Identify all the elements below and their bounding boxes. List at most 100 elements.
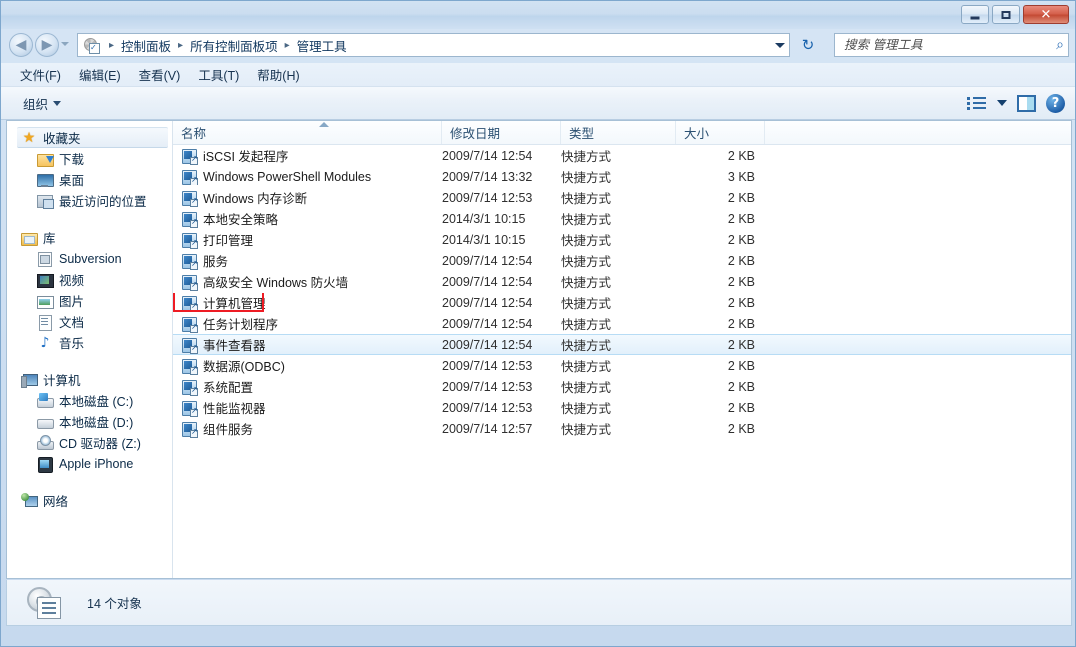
sidebar-item-videos[interactable]: 视频 [7, 269, 172, 290]
sidebar-item-computer[interactable]: 计算机 [7, 369, 172, 390]
table-row[interactable]: 数据源(ODBC)2009/7/14 12:53快捷方式2 KB [173, 355, 1071, 376]
sidebar-item-local-disk-c[interactable]: 本地磁盘 (C:) [7, 390, 172, 411]
back-button[interactable]: ◀ [9, 33, 33, 57]
network-icon [21, 493, 37, 509]
sidebar-item-network[interactable]: 网络 [7, 490, 172, 511]
menu-item-file[interactable]: 文件(F) [11, 62, 70, 87]
sidebar-label: 本地磁盘 (C:) [59, 391, 133, 410]
shortcut-overlay-icon [190, 157, 198, 165]
file-name-label: 高级安全 Windows 防火墙 [203, 272, 348, 291]
table-row[interactable]: 本地安全策略2014/3/1 10:15快捷方式2 KB [173, 208, 1071, 229]
sidebar-item-music[interactable]: ♪ 音乐 [7, 332, 172, 353]
sidebar-item-desktop[interactable]: 桌面 [7, 169, 172, 190]
view-dropdown-icon[interactable] [997, 100, 1007, 106]
file-date-cell: 2014/3/1 10:15 [442, 233, 561, 247]
refresh-button[interactable]: ↻ [794, 33, 822, 57]
shortcut-icon [181, 421, 197, 437]
sidebar-item-libraries[interactable]: 库 [7, 227, 172, 248]
sidebar-item-cd-drive-z[interactable]: CD 驱动器 (Z:) [7, 432, 172, 453]
nav-spacer [7, 213, 172, 227]
shortcut-icon [181, 316, 197, 332]
table-row[interactable]: 服务2009/7/14 12:54快捷方式2 KB [173, 250, 1071, 271]
column-label: 名称 [181, 123, 206, 142]
table-row[interactable]: 系统配置2009/7/14 12:53快捷方式2 KB [173, 376, 1071, 397]
shortcut-overlay-icon [190, 262, 198, 270]
table-row[interactable]: 性能监视器2009/7/14 12:53快捷方式2 KB [173, 397, 1071, 418]
table-row[interactable]: Windows 内存诊断2009/7/14 12:53快捷方式2 KB [173, 187, 1071, 208]
file-date-cell: 2009/7/14 12:54 [442, 254, 561, 268]
file-size-cell: 2 KB [676, 317, 765, 331]
breadcrumb[interactable]: ✓ ▸ 控制面板 ▸ 所有控制面板项 ▸ 管理工具 [77, 33, 790, 57]
view-options-button[interactable] [967, 95, 987, 111]
sidebar-item-subversion[interactable]: Subversion [7, 248, 172, 269]
table-row[interactable]: 组件服务2009/7/14 12:57快捷方式2 KB [173, 418, 1071, 439]
sidebar-item-recent-places[interactable]: 最近访问的位置 [7, 190, 172, 211]
table-row[interactable]: 事件查看器2009/7/14 12:54快捷方式2 KB [173, 334, 1071, 355]
history-dropdown-icon[interactable] [61, 42, 69, 46]
column-header-row: 名称 修改日期 类型 大小 [173, 121, 1071, 145]
download-folder-icon [37, 151, 53, 167]
menu-item-edit[interactable]: 编辑(E) [70, 62, 130, 87]
sidebar-item-favorites[interactable]: ★ 收藏夹 [17, 127, 168, 148]
shortcut-overlay-icon [190, 241, 198, 249]
file-type-cell: 快捷方式 [561, 146, 676, 165]
file-type-cell: 快捷方式 [561, 209, 676, 228]
column-header-date-modified[interactable]: 修改日期 [442, 121, 561, 144]
table-row[interactable]: Windows PowerShell Modules2009/7/14 13:3… [173, 166, 1071, 187]
computer-icon [21, 372, 37, 388]
menu-item-view[interactable]: 查看(V) [130, 62, 190, 87]
help-button[interactable]: ? [1046, 94, 1065, 113]
sidebar-item-local-disk-d[interactable]: 本地磁盘 (D:) [7, 411, 172, 432]
preview-pane-button[interactable] [1017, 95, 1036, 112]
shortcut-overlay-icon [190, 430, 198, 438]
sidebar-item-downloads[interactable]: 下载 [7, 148, 172, 169]
file-size-cell: 2 KB [676, 296, 765, 310]
file-size-cell: 2 KB [676, 380, 765, 394]
back-arrow-icon: ◀ [16, 38, 27, 52]
table-row[interactable]: 任务计划程序2009/7/14 12:54快捷方式2 KB [173, 313, 1071, 334]
navigation-pane[interactable]: ★ 收藏夹 下载 桌面 最近访问的位置 [7, 121, 173, 578]
search-input[interactable] [842, 37, 1056, 53]
organize-button[interactable]: 组织 [17, 91, 67, 116]
table-row[interactable]: 高级安全 Windows 防火墙2009/7/14 12:54快捷方式2 KB [173, 271, 1071, 292]
breadcrumb-item-all-control-panel-items[interactable]: 所有控制面板项 [189, 36, 279, 55]
file-size-cell: 2 KB [676, 149, 765, 163]
sidebar-item-documents[interactable]: 文档 [7, 311, 172, 332]
file-size-cell: 2 KB [676, 338, 765, 352]
file-name-cell: 性能监视器 [173, 398, 442, 417]
maximize-button[interactable] [992, 5, 1020, 24]
file-date-cell: 2009/7/14 12:57 [442, 422, 561, 436]
breadcrumb-separator-icon: ▸ [172, 40, 189, 51]
file-name-cell: Windows PowerShell Modules [173, 169, 442, 185]
breadcrumb-dropdown-icon[interactable] [775, 43, 785, 48]
breadcrumb-separator-icon: ▸ [103, 40, 120, 51]
column-header-type[interactable]: 类型 [561, 121, 676, 144]
table-row[interactable]: 计算机管理2009/7/14 12:54快捷方式2 KB [173, 292, 1071, 313]
shortcut-overlay-icon [190, 220, 198, 228]
sidebar-label: 文档 [59, 312, 84, 331]
file-size-cell: 2 KB [676, 212, 765, 226]
chevron-down-icon [53, 101, 61, 106]
table-row[interactable]: iSCSI 发起程序2009/7/14 12:54快捷方式2 KB [173, 145, 1071, 166]
search-box[interactable]: ⌕ [834, 33, 1069, 57]
sidebar-label: 视频 [59, 270, 84, 289]
checklist-icon [37, 597, 61, 619]
breadcrumb-item-administrative-tools[interactable]: 管理工具 [296, 36, 348, 55]
file-size-cell: 2 KB [676, 401, 765, 415]
search-icon: ⌕ [1056, 37, 1064, 53]
close-button[interactable]: ✕ [1023, 5, 1069, 24]
file-list-pane[interactable]: 名称 修改日期 类型 大小 iSCSI 发起程序2009/7/14 12:54快… [173, 121, 1071, 578]
menu-item-tools[interactable]: 工具(T) [189, 62, 248, 87]
breadcrumb-item-control-panel[interactable]: 控制面板 [120, 36, 172, 55]
sidebar-label: 音乐 [59, 333, 84, 352]
sidebar-item-pictures[interactable]: 图片 [7, 290, 172, 311]
column-header-size[interactable]: 大小 [676, 121, 765, 144]
forward-button[interactable]: ▶ [35, 33, 59, 57]
menu-item-help[interactable]: 帮助(H) [248, 62, 308, 87]
table-row[interactable]: 打印管理2014/3/1 10:15快捷方式2 KB [173, 229, 1071, 250]
minimize-button[interactable] [961, 5, 989, 24]
column-header-name[interactable]: 名称 [173, 121, 442, 144]
sidebar-item-apple-iphone[interactable]: Apple iPhone [7, 453, 172, 474]
file-name-label: 本地安全策略 [203, 209, 278, 228]
file-rows-container: iSCSI 发起程序2009/7/14 12:54快捷方式2 KBWindows… [173, 145, 1071, 439]
